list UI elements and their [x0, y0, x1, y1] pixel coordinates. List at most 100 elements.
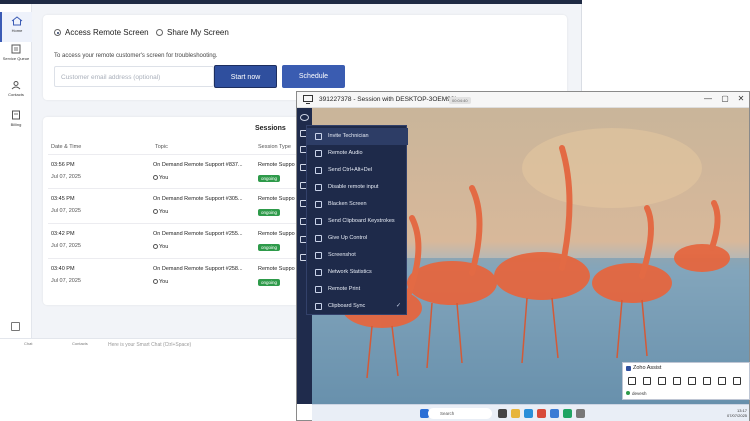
row-topic[interactable]: On Demand Remote Support #255...: [153, 231, 243, 237]
close-button[interactable]: ✕: [736, 94, 746, 104]
rail-item-billing[interactable]: Billing: [0, 106, 32, 136]
contacts-icon: [11, 81, 21, 90]
user-icon[interactable]: [628, 377, 636, 385]
monitor-icon: [303, 95, 313, 104]
row-time: 03:56 PM: [51, 162, 75, 168]
row-owner-label: You: [159, 279, 169, 285]
assist-title: Zoho Assist: [633, 365, 662, 371]
menu-item-disable-input[interactable]: Disable remote input: [307, 179, 408, 196]
view-icon[interactable]: [300, 114, 309, 121]
row-topic[interactable]: On Demand Remote Support #837...: [153, 162, 243, 168]
rail-item-service-queue[interactable]: Service Queue: [0, 40, 32, 70]
customer-email-input[interactable]: Customer email address (optional): [54, 66, 214, 87]
audio-icon[interactable]: [688, 377, 696, 385]
pause-icon[interactable]: [718, 377, 726, 385]
user-icon: [153, 175, 158, 180]
store-icon[interactable]: [563, 409, 572, 418]
status-badge: ongoing: [258, 209, 281, 216]
menu-item-clipboard-keystrokes[interactable]: Send Clipboard Keystrokes: [307, 213, 408, 230]
rail-item-label: Billing: [10, 122, 22, 127]
checkmark-icon: ✓: [395, 303, 401, 309]
connect-helptext: To access your remote customer's screen …: [54, 53, 218, 59]
menu-item-label: Remote Audio: [328, 150, 363, 156]
status-badge: ongoing: [258, 244, 281, 251]
menu-item-label: Blacken Screen: [328, 201, 367, 207]
row-session-type: Remote Suppo: [258, 231, 295, 237]
start-now-button[interactable]: Start now: [214, 65, 277, 88]
online-status-icon: [626, 391, 630, 395]
smart-chat-input[interactable]: Here is your Smart Chat (Ctrl+Space): [108, 342, 191, 348]
clock-date: 07/07/2025: [727, 413, 748, 418]
contacts-tab[interactable]: Contacts: [72, 341, 88, 346]
radio-selected-icon: [54, 29, 61, 36]
edge-icon[interactable]: [524, 409, 533, 418]
menu-item-screenshot[interactable]: Screenshot: [307, 247, 408, 264]
menu-item-label: Clipboard Sync: [328, 303, 366, 309]
rail-item-label: Home: [11, 28, 23, 33]
stop-icon[interactable]: [733, 377, 741, 385]
home-icon: [11, 16, 23, 26]
camera-icon: [315, 252, 322, 259]
row-owner-label: You: [159, 244, 169, 250]
wifi-icon: [315, 269, 322, 276]
user-icon: [153, 209, 158, 214]
file-explorer-icon[interactable]: [511, 409, 520, 418]
rail-item-label: Contacts: [8, 92, 24, 97]
assist-user: devesh: [626, 391, 647, 396]
minimize-button[interactable]: —: [703, 94, 713, 104]
menu-item-remote-audio[interactable]: Remote Audio: [307, 145, 408, 162]
menu-item-network-statistics[interactable]: Network Statistics: [307, 264, 408, 281]
menu-item-label: Screenshot: [328, 252, 356, 258]
assist-user-name: devesh: [632, 391, 647, 396]
menu-item-invite-technician[interactable]: Invite Technician: [307, 128, 408, 145]
menu-item-label: Send Ctrl+Alt+Del: [328, 167, 373, 173]
menu-item-label: Disable remote input: [328, 184, 379, 190]
menu-item-remote-print[interactable]: Remote Print: [307, 281, 408, 298]
remote-taskbar: Search 13:17 07/07/2025: [312, 404, 749, 421]
rail-item-home[interactable]: Home: [0, 12, 32, 42]
schedule-button[interactable]: Schedule: [282, 65, 345, 88]
mail-icon[interactable]: [550, 409, 559, 418]
settings-app-icon[interactable]: [576, 409, 585, 418]
menu-item-ctrl-alt-del[interactable]: Send Ctrl+Alt+Del: [307, 162, 408, 179]
taskbar-search[interactable]: Search: [428, 408, 492, 419]
files-icon[interactable]: [658, 377, 666, 385]
row-session-type: Remote Suppo: [258, 162, 295, 168]
share-screen-radio[interactable]: Share My Screen: [156, 28, 229, 37]
user-icon: [153, 279, 158, 284]
row-time: 03:40 PM: [51, 266, 75, 272]
menu-item-label: Invite Technician: [328, 133, 369, 139]
menu-item-give-up-control[interactable]: Give Up Control: [307, 230, 408, 247]
taskbar-clock: 13:17 07/07/2025: [727, 408, 747, 418]
zoho-logo-icon: [626, 366, 631, 371]
chat-icon[interactable]: [643, 377, 651, 385]
row-date: Jul 07, 2025: [51, 208, 81, 214]
row-owner: You: [153, 279, 168, 285]
rail-item-contacts[interactable]: Contacts: [0, 76, 32, 106]
camera-icon[interactable]: [703, 377, 711, 385]
row-topic[interactable]: On Demand Remote Support #305...: [153, 196, 243, 202]
connect-card: Access Remote Screen Share My Screen To …: [43, 15, 567, 100]
row-date: Jul 07, 2025: [51, 243, 81, 249]
collapse-icon[interactable]: [11, 322, 20, 331]
menu-item-label: Send Clipboard Keystrokes: [328, 218, 395, 224]
access-remote-radio[interactable]: Access Remote Screen: [54, 28, 149, 37]
mic-icon[interactable]: [673, 377, 681, 385]
row-topic[interactable]: On Demand Remote Support #258...: [153, 266, 243, 272]
chat-tab[interactable]: Chat: [24, 341, 32, 346]
row-owner: You: [153, 175, 168, 181]
row-owner: You: [153, 244, 168, 250]
menu-item-clipboard-sync[interactable]: Clipboard Sync ✓: [307, 298, 408, 315]
status-badge: ongoing: [258, 175, 281, 182]
maximize-button[interactable]: ▢: [720, 94, 730, 104]
row-date: Jul 07, 2025: [51, 278, 81, 284]
printer-icon: [315, 286, 322, 293]
task-view-icon[interactable]: [498, 409, 507, 418]
menu-item-blacken-screen[interactable]: Blacken Screen: [307, 196, 408, 213]
office-icon[interactable]: [537, 409, 546, 418]
audio-icon: [315, 150, 322, 157]
clipboard-icon: [315, 218, 322, 225]
sync-icon: [315, 303, 322, 310]
screen-icon: [315, 201, 322, 208]
row-owner-label: You: [159, 175, 169, 181]
